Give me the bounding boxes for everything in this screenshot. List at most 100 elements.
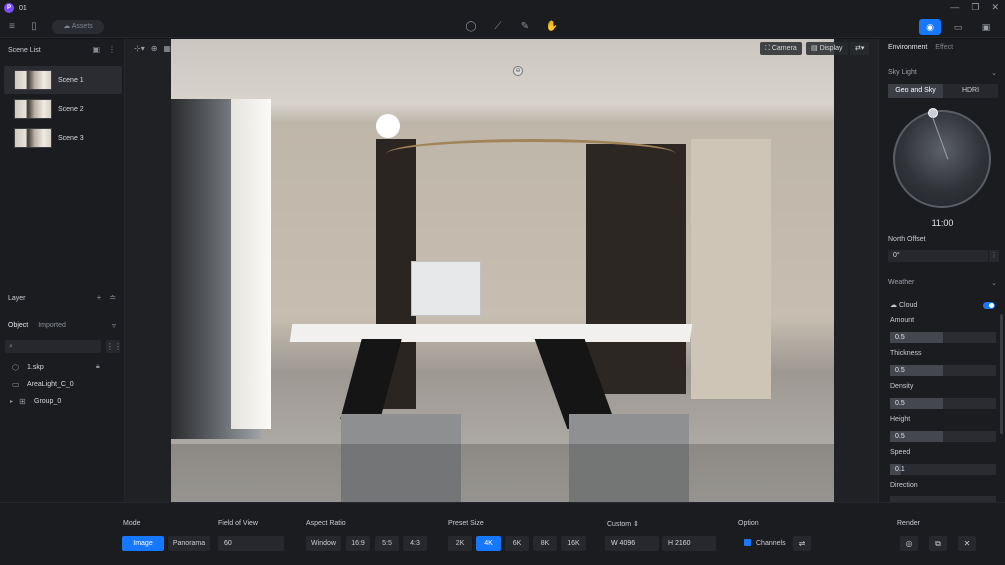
- chevron-down-icon[interactable]: ⌄: [991, 69, 997, 77]
- geo-and-sky-button[interactable]: Geo and Sky: [888, 84, 943, 98]
- pin-icon[interactable]: ◯: [464, 20, 478, 34]
- camera-small-icon: ⛶: [765, 45, 772, 52]
- scene-monitor: [411, 261, 481, 316]
- tab-environment[interactable]: Environment: [888, 44, 927, 51]
- layer-tabs: Object Imported: [8, 322, 66, 329]
- weather-slider[interactable]: 0.5: [890, 332, 996, 343]
- grid-view-icon[interactable]: ⋮⋮: [106, 340, 122, 353]
- display-button[interactable]: ▤ Display: [806, 42, 848, 55]
- chevron-down-icon[interactable]: ⌄: [991, 279, 997, 287]
- fov-label: Field of View: [218, 520, 258, 527]
- options-settings-icon[interactable]: ⇌: [793, 536, 811, 551]
- collapse-icon[interactable]: ≐: [109, 293, 116, 302]
- group-icon: ⊞: [19, 396, 26, 406]
- tab-imported[interactable]: Imported: [38, 322, 66, 329]
- custom-height-input[interactable]: H 2160: [662, 536, 716, 551]
- aspect-5-5-button[interactable]: 5:5: [375, 536, 399, 551]
- preset-8k-button[interactable]: 8K: [533, 536, 557, 551]
- cube-icon: ⬡: [12, 362, 19, 372]
- close-button[interactable]: ✕: [991, 2, 999, 13]
- slider-label: Thickness: [890, 350, 922, 357]
- add-layer-icon[interactable]: +: [97, 293, 102, 302]
- expand-arrow-icon[interactable]: ▸: [10, 398, 16, 405]
- globe-icon[interactable]: ⊕: [151, 44, 158, 53]
- cloud-icon: ☁: [890, 302, 899, 309]
- search-icon: ⌕: [9, 343, 13, 350]
- assets-button[interactable]: ☁ Assets: [52, 20, 104, 34]
- hand-icon[interactable]: ✋: [545, 20, 559, 34]
- fov-input[interactable]: 60: [218, 536, 284, 551]
- view-options-button[interactable]: ⇄▾: [850, 42, 870, 55]
- sun-dial[interactable]: [893, 108, 991, 208]
- scene-cabinet: [691, 139, 771, 399]
- mode-image-button[interactable]: Image: [122, 536, 164, 551]
- add-scene-icon[interactable]: ▣: [92, 45, 100, 54]
- option-label: Option: [738, 520, 759, 527]
- channels-checkbox[interactable]: Channels: [738, 536, 790, 551]
- lock-icon[interactable]: 🔒︎: [96, 363, 100, 371]
- slider-label: Speed: [890, 449, 911, 456]
- render-queue-icon[interactable]: ⧉: [929, 536, 947, 551]
- measure-icon[interactable]: ⟋: [491, 20, 505, 34]
- layer-row[interactable]: ▸ ⊞ Group_0: [10, 394, 61, 408]
- grid-icon[interactable]: ▦: [163, 44, 171, 53]
- maximize-button[interactable]: ❐: [971, 2, 979, 13]
- north-offset-input[interactable]: 0°: [888, 250, 988, 262]
- aspect-4-3-button[interactable]: 4:3: [403, 536, 427, 551]
- custom-width-input[interactable]: W 4096: [605, 536, 659, 551]
- north-offset-menu-icon[interactable]: ⋮: [989, 250, 999, 262]
- scene-item-1[interactable]: Scene 1: [4, 66, 122, 94]
- title-bar: P 01 — ❐ ✕: [0, 0, 1005, 16]
- scene-lamp: [376, 114, 400, 138]
- draw-icon[interactable]: ✎: [518, 20, 532, 34]
- preset-6k-button[interactable]: 6K: [505, 536, 529, 551]
- tab-effect[interactable]: Effect: [935, 44, 953, 51]
- assets-label: Assets: [71, 23, 93, 30]
- scene-shelf-right: [586, 144, 686, 394]
- hdri-button[interactable]: HDRI: [943, 84, 998, 98]
- more-icon[interactable]: ⋮: [108, 45, 116, 54]
- custom-label: Custom ⇕: [607, 520, 639, 528]
- tab-object[interactable]: Object: [8, 322, 28, 329]
- render-cancel-icon[interactable]: ✕: [958, 536, 976, 551]
- slider-value: 0.1: [895, 466, 905, 473]
- layer-row[interactable]: ⬡ 1.skp 🔒︎: [12, 360, 100, 374]
- layer-label: Group_0: [34, 397, 62, 405]
- scene-item-2[interactable]: Scene 2: [4, 95, 122, 123]
- weather-slider[interactable]: 0.5: [890, 431, 996, 442]
- preset-4k-button[interactable]: 4K: [476, 536, 501, 551]
- link-icon[interactable]: ⇕: [633, 521, 639, 528]
- filter-icon[interactable]: ▿: [112, 321, 116, 330]
- video-icon[interactable]: ▭: [947, 19, 969, 35]
- cloud-toggle[interactable]: [983, 302, 995, 309]
- right-tabs: Environment Effect: [888, 44, 953, 51]
- slider-label: Height: [890, 416, 911, 423]
- weather-slider[interactable]: 0.5: [890, 398, 996, 409]
- axis-icon[interactable]: ⊹▾: [134, 44, 145, 53]
- preset-2k-button[interactable]: 2K: [448, 536, 472, 551]
- scene-label: Scene 2: [58, 105, 84, 113]
- weather-slider[interactable]: 0.1: [890, 464, 996, 475]
- camera-icon[interactable]: ◉: [919, 19, 941, 35]
- render-viewport[interactable]: ⊖: [171, 39, 834, 502]
- scene-thumbnail: [14, 99, 52, 119]
- inbox-icon[interactable]: ▣: [975, 19, 997, 35]
- layer-label: AreaLight_C_0: [27, 380, 74, 388]
- gizmo-icon[interactable]: ⊖: [513, 66, 523, 76]
- mode-panorama-button[interactable]: Panorama: [168, 536, 210, 551]
- preset-16k-button[interactable]: 16K: [561, 536, 586, 551]
- cloud-label: Cloud: [898, 302, 918, 309]
- render-preview-icon[interactable]: ◎: [900, 536, 918, 551]
- camera-button[interactable]: ⛶ Camera: [760, 42, 802, 55]
- weather-slider[interactable]: 0.5: [890, 365, 996, 376]
- aspect-window-button[interactable]: Window: [306, 536, 341, 551]
- layer-search-input[interactable]: ⌕: [5, 340, 101, 353]
- menu-icon[interactable]: ≡: [5, 20, 19, 34]
- slider-value: 0.5: [895, 334, 905, 341]
- scrollbar[interactable]: [1000, 314, 1003, 434]
- file-icon[interactable]: ▯: [27, 20, 41, 34]
- scene-item-3[interactable]: Scene 3: [4, 124, 122, 152]
- layer-row[interactable]: ▭ AreaLight_C_0: [12, 377, 74, 391]
- aspect-16-9-button[interactable]: 16:9: [346, 536, 370, 551]
- minimize-button[interactable]: —: [950, 2, 959, 13]
